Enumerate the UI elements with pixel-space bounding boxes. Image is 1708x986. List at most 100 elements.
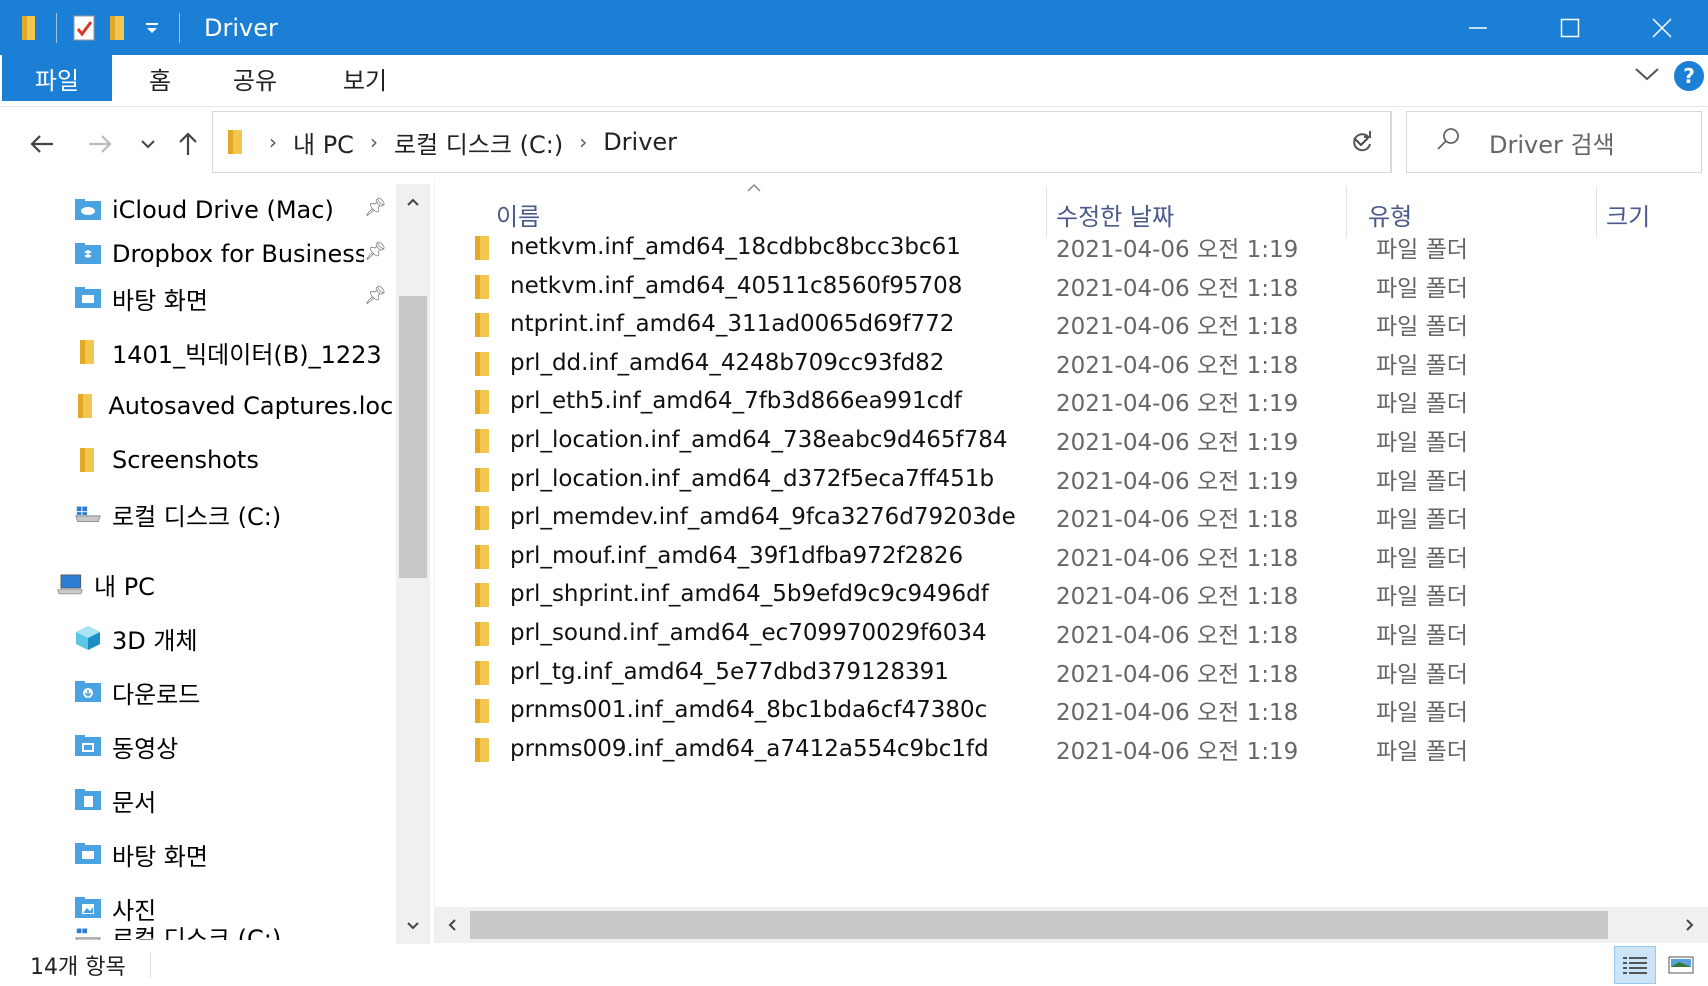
file-type: 파일 폴더: [1376, 507, 1468, 534]
scroll-right-icon[interactable]: [1672, 907, 1708, 943]
tab-view[interactable]: 보기: [310, 55, 420, 101]
file-name: prl_memdev.inf_amd64_9fca3276d79203de: [510, 504, 1016, 531]
folder-icon: [74, 447, 102, 473]
folder-icon: [227, 128, 245, 156]
sidebar-item-desktop[interactable]: 바탕 화면: [74, 832, 392, 876]
file-row[interactable]: prl_location.inf_amd64_738eabc9d465f784 2…: [436, 419, 1708, 461]
address-bar[interactable]: › 내 PC › 로컬 디스크 (C:) › Driver: [212, 111, 1392, 173]
folder-icon: [474, 621, 492, 653]
file-type: 파일 폴더: [1376, 623, 1468, 649]
file-type: 파일 폴더: [1376, 391, 1468, 418]
pin-icon[interactable]: 📌︎: [364, 285, 387, 306]
scroll-up-icon[interactable]: [396, 184, 430, 220]
sidebar-item-documents[interactable]: 문서: [74, 778, 392, 822]
scroll-left-icon[interactable]: [434, 907, 470, 943]
tab-file[interactable]: 파일: [2, 55, 112, 101]
folder-icon: [474, 389, 492, 421]
file-row[interactable]: prl_eth5.inf_amd64_7fb3d866ea991cdf 2021-…: [436, 380, 1708, 422]
file-row[interactable]: prl_mouf.inf_amd64_39f1dfba972f2826 2021-…: [436, 535, 1708, 577]
search-icon: [1435, 126, 1461, 158]
folder-icon: [74, 393, 98, 419]
scrollbar-thumb[interactable]: [470, 911, 1608, 939]
file-row[interactable]: prl_sound.inf_amd64_ec709970029f6034 2021…: [436, 612, 1708, 654]
sidebar-item-autosaved-captures[interactable]: Autosaved Captures.localiz: [74, 384, 392, 428]
pin-icon[interactable]: 📌︎: [364, 197, 387, 218]
sidebar-item-bigdata-folder[interactable]: 1401_빅데이터(B)_1223: [74, 330, 394, 374]
minimize-button[interactable]: [1432, 0, 1524, 55]
scroll-down-icon[interactable]: [396, 908, 430, 944]
sidebar-item-my-pc[interactable]: 내 PC: [56, 562, 392, 606]
file-name: prl_mouf.inf_amd64_39f1dfba972f2826: [510, 542, 964, 569]
breadcrumb-chevron-icon[interactable]: ›: [259, 130, 287, 154]
new-folder-icon[interactable]: [101, 8, 135, 48]
tab-share[interactable]: 공유: [200, 55, 310, 101]
breadcrumb-chevron-icon[interactable]: ›: [569, 130, 597, 154]
properties-icon[interactable]: [67, 8, 101, 48]
close-button[interactable]: [1616, 0, 1708, 55]
folder-icon: [474, 467, 492, 499]
file-name: prl_location.inf_amd64_d372f5eca7ff451b: [510, 465, 995, 492]
file-type: 파일 폴더: [1376, 314, 1468, 341]
refresh-button[interactable]: [1332, 111, 1392, 173]
recent-locations-icon[interactable]: [128, 124, 168, 164]
back-button[interactable]: [22, 124, 62, 164]
scrollbar-thumb[interactable]: [399, 296, 427, 578]
file-type: 파일 폴더: [1376, 237, 1468, 263]
file-modified-date: 2021-04-06 오전 1:19: [1056, 391, 1299, 418]
help-button[interactable]: ?: [1674, 61, 1704, 91]
sidebar-item-icloud-drive[interactable]: iCloud Drive (Mac): [74, 188, 414, 232]
file-row[interactable]: prnms009.inf_amd64_a7412a554c9bc1fd 2021-…: [436, 728, 1708, 770]
forward-button[interactable]: [80, 124, 120, 164]
file-row[interactable]: prl_dd.inf_amd64_4248b709cc93fd82 2021-04…: [436, 342, 1708, 384]
file-modified-date: 2021-04-06 오전 1:19: [1056, 237, 1299, 263]
breadcrumb-driver[interactable]: Driver: [597, 128, 683, 156]
tab-home[interactable]: 홈: [120, 55, 200, 101]
file-row[interactable]: netkvm.inf_amd64_40511c8560f95708 2021-04…: [436, 265, 1708, 307]
details-view-button[interactable]: [1614, 946, 1656, 984]
sidebar-item-local-disk[interactable]: 로컬 디스크 (C:): [74, 920, 392, 940]
search-box[interactable]: Driver 검색: [1406, 111, 1702, 173]
sidebar-item-dropbox[interactable]: Dropbox for Business (M: [74, 232, 364, 276]
navigation-pane: iCloud Drive (Mac) 📌︎ Dropbox for Busine…: [0, 180, 432, 940]
drive-icon: [74, 501, 102, 527]
breadcrumb-local-disk[interactable]: 로컬 디스크 (C:): [388, 125, 569, 160]
large-icons-view-button[interactable]: [1660, 946, 1702, 984]
file-row[interactable]: prnms001.inf_amd64_8bc1bda6cf47380c 2021-…: [436, 689, 1708, 731]
breadcrumb-my-pc[interactable]: 내 PC: [287, 125, 360, 160]
documents-folder-icon: [74, 787, 102, 813]
ribbon: 파일 홈 공유 보기 ?: [0, 55, 1708, 107]
file-modified-date: 2021-04-06 오전 1:18: [1056, 275, 1299, 302]
file-name: prl_sound.inf_amd64_ec709970029f6034: [510, 620, 987, 646]
file-type: 파일 폴더: [1376, 700, 1468, 727]
file-row[interactable]: prl_memdev.inf_amd64_9fca3276d79203de 202…: [436, 496, 1708, 538]
sidebar-item-desktop-pinned[interactable]: 바탕 화면: [74, 276, 364, 320]
file-row[interactable]: prl_location.inf_amd64_d372f5eca7ff451b 2…: [436, 458, 1708, 500]
up-button[interactable]: [168, 124, 208, 164]
sidebar-item-local-disk-quick[interactable]: 로컬 디스크 (C:): [74, 492, 392, 536]
file-row[interactable]: ntprint.inf_amd64_311ad0065d69f772 2021-0…: [436, 303, 1708, 345]
folder-icon: [74, 339, 102, 365]
file-row[interactable]: prl_tg.inf_amd64_5e77dbd379128391 2021-04…: [436, 651, 1708, 693]
sidebar-item-videos[interactable]: 동영상: [74, 724, 392, 768]
maximize-button[interactable]: [1524, 0, 1616, 55]
file-list: 이름 수정한 날짜 유형 크기 netkvm.inf_amd64_18cdbbc…: [436, 180, 1708, 905]
status-bar: 14개 항목: [0, 944, 1708, 986]
expand-ribbon-icon[interactable]: [1634, 66, 1660, 86]
file-row[interactable]: prl_shprint.inf_amd64_5b9efd9c9c9496df 20…: [436, 573, 1708, 615]
customize-dropdown-icon[interactable]: [135, 8, 169, 48]
file-row[interactable]: netkvm.inf_amd64_18cdbbc8bcc3bc61 2021-04…: [436, 226, 1708, 268]
sidebar-item-downloads[interactable]: 다운로드: [74, 670, 392, 714]
folder-icon: [474, 660, 492, 692]
sidebar-scrollbar[interactable]: [396, 184, 430, 944]
3d-objects-icon: [74, 625, 102, 651]
sidebar-item-screenshots[interactable]: Screenshots: [74, 438, 392, 482]
file-name: ntprint.inf_amd64_311ad0065d69f772: [510, 311, 955, 338]
file-name: netkvm.inf_amd64_40511c8560f95708: [510, 272, 963, 299]
pin-icon[interactable]: 📌︎: [364, 241, 387, 262]
desktop-folder-icon: [74, 285, 102, 311]
pane-divider[interactable]: [434, 180, 435, 940]
horizontal-scrollbar[interactable]: [434, 907, 1708, 943]
file-modified-date: 2021-04-06 오전 1:19: [1056, 738, 1299, 765]
breadcrumb-chevron-icon[interactable]: ›: [360, 130, 388, 154]
sidebar-item-3d-objects[interactable]: 3D 개체: [74, 616, 392, 660]
